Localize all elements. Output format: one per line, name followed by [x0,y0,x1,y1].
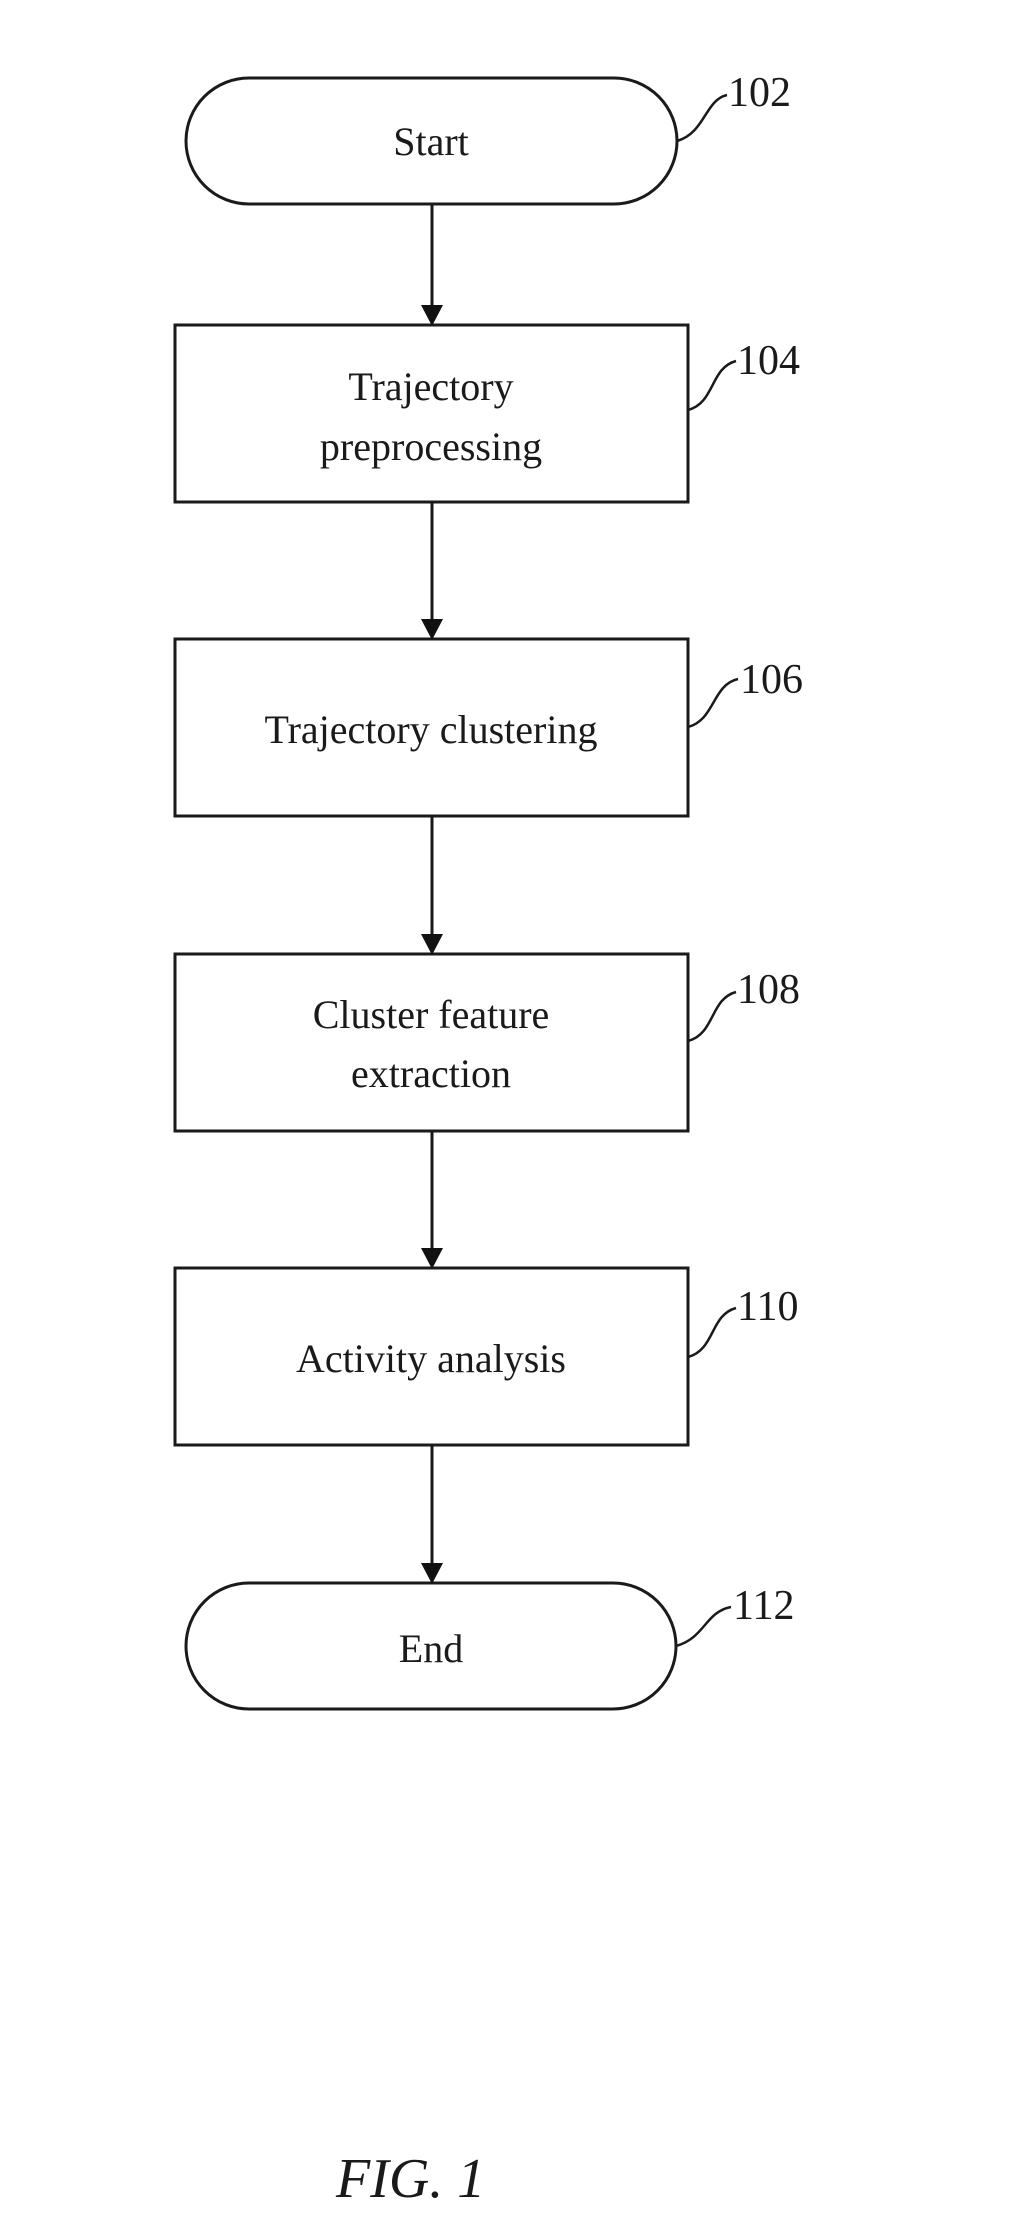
step-106-trajectory-clustering: Trajectory clustering 106 [173,637,803,818]
reference-numeral: 108 [737,967,800,1013]
connector-102-104 [421,204,443,326]
reference-numeral: 104 [737,338,800,384]
leader-line [675,1605,732,1648]
connector-104-106 [421,502,443,640]
step-label-line-2: preprocessing [320,424,542,469]
step-108-cluster-feature-extraction: Cluster feature extraction 108 [173,952,800,1133]
reference-numeral: 102 [728,70,791,116]
arrowhead-icon [421,619,443,640]
leader-line [687,1306,737,1359]
step-label: Trajectory clustering [265,707,598,752]
step-104-trajectory-preprocessing: Trajectory preprocessing 104 [173,323,800,504]
step-label: End [399,1626,463,1671]
step-label-line-1: Trajectory [348,364,513,409]
step-label: Start [393,119,469,164]
step-label: Activity analysis [296,1336,566,1381]
step-112-end: End 112 [184,1581,794,1711]
arrowhead-icon [421,305,443,326]
leader-line [687,677,739,729]
arrowhead-icon [421,1563,443,1584]
leader-line [687,359,737,412]
process-box [173,952,690,1133]
arrowhead-icon [421,1248,443,1269]
arrowhead-icon [421,934,443,955]
figure-caption: FIG. 1 [335,2148,485,2210]
step-label-line-2: extraction [351,1051,511,1096]
reference-numeral: 110 [737,1284,798,1330]
step-label-line-1: Cluster feature [313,992,550,1037]
step-110-activity-analysis: Activity analysis 110 [173,1266,798,1447]
process-box [173,323,690,504]
leader-line [676,93,728,143]
connector-110-112 [421,1445,443,1584]
connector-106-108 [421,816,443,955]
step-102-start: Start 102 [184,70,791,206]
reference-numeral: 106 [740,657,803,703]
reference-numeral: 112 [733,1583,794,1629]
connector-108-110 [421,1131,443,1269]
flowchart: Start 102 Trajectory preprocessing 104 T… [173,70,803,2210]
leader-line [687,990,737,1043]
